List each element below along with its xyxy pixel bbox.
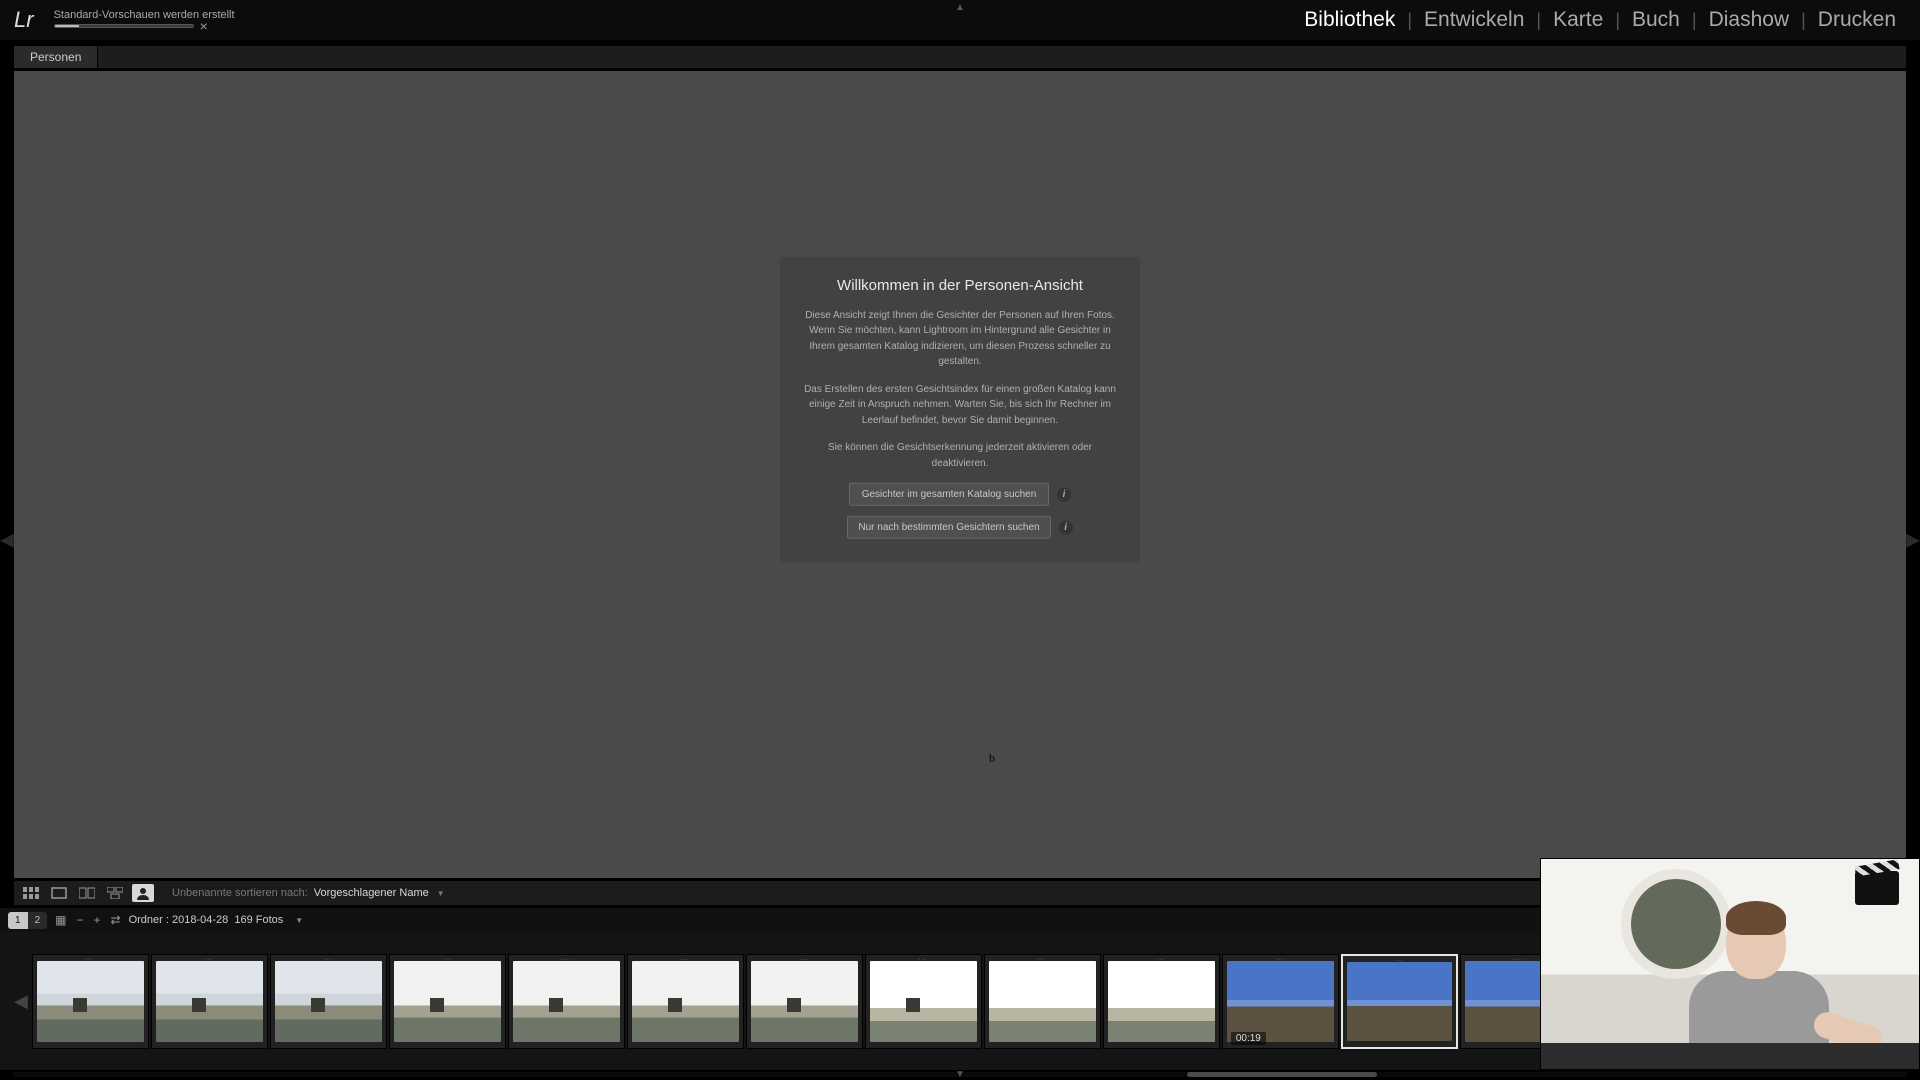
thumbnail[interactable]: ⋯00:19 (1222, 954, 1339, 1049)
app-logo: Lr (0, 7, 48, 33)
minus-icon[interactable]: − (76, 913, 83, 927)
compare-view-icon[interactable] (76, 884, 98, 902)
thumbnail[interactable]: ⋯ (746, 954, 863, 1049)
find-faces-full-catalog-button[interactable]: Gesichter im gesamten Katalog suchen (849, 483, 1049, 506)
thumbnail-image (37, 961, 144, 1042)
thumbnail-image (394, 961, 501, 1042)
thumbnail[interactable]: ⋯ (1341, 954, 1458, 1049)
right-panel-chevron-icon[interactable]: ▶ (1906, 530, 1920, 551)
module-bibliothek[interactable]: Bibliothek (1292, 8, 1407, 32)
thumbnail[interactable]: ⋯ (151, 954, 268, 1049)
module-karte[interactable]: Karte (1541, 8, 1615, 32)
filmstrip-mini-controls: ▦ − + ⇄ (55, 913, 120, 927)
text-cursor-icon: b (989, 751, 995, 766)
bottom-panel-chevron-icon[interactable]: ▼ (955, 1069, 965, 1080)
people-view-icon[interactable] (132, 884, 154, 902)
source-path[interactable]: Ordner : 2018-04-28 169 Fotos (129, 914, 284, 926)
thumbnail[interactable]: ⋯ (508, 954, 625, 1049)
thumbnail-image (1227, 961, 1334, 1042)
video-duration-badge: 00:19 (1231, 1032, 1266, 1045)
thumbnail-image (989, 961, 1096, 1042)
main-canvas: Willkommen in der Personen-Ansicht Diese… (13, 70, 1907, 879)
info-icon[interactable]: i (1059, 521, 1073, 535)
module-picker: Bibliothek|Entwickeln|Karte|Buch|Diashow… (1292, 8, 1920, 32)
view-tabs: Personen (13, 45, 1907, 69)
dialog-paragraph-3: Sie können die Gesichtserkennung jederze… (800, 440, 1120, 471)
clapperboard-icon (1855, 871, 1899, 905)
secondary-display-button[interactable]: 2 (28, 912, 48, 929)
thumbnail-image (1347, 962, 1452, 1041)
grid-icon[interactable]: ▦ (55, 913, 66, 927)
thumbnail[interactable]: ⋯ (627, 954, 744, 1049)
module-drucken[interactable]: Drucken (1806, 8, 1908, 32)
thumbnail-image (156, 961, 263, 1042)
thumbnail[interactable]: ⋯ (865, 954, 982, 1049)
module-entwickeln[interactable]: Entwickeln (1412, 8, 1536, 32)
dialog-paragraph-1: Diese Ansicht zeigt Ihnen die Gesichter … (800, 308, 1120, 370)
sync-icon[interactable]: ⇄ (111, 913, 121, 927)
thumbnail-image (870, 961, 977, 1042)
display-segment: 1 2 (8, 912, 47, 929)
find-specific-faces-button[interactable]: Nur nach bestimmten Gesichtern suchen (847, 516, 1050, 539)
chevron-down-icon: ▼ (437, 889, 445, 898)
module-diashow[interactable]: Diashow (1697, 8, 1802, 32)
left-panel-chevron-icon[interactable]: ◀ (0, 530, 14, 551)
chevron-down-icon[interactable]: ▼ (295, 916, 303, 925)
loupe-view-icon[interactable] (48, 884, 70, 902)
task-close-icon[interactable]: × (200, 21, 208, 31)
tab-personen[interactable]: Personen (14, 46, 98, 68)
dialog-title: Willkommen in der Personen-Ansicht (800, 277, 1120, 294)
info-icon[interactable]: i (1057, 488, 1071, 502)
survey-view-icon[interactable] (104, 884, 126, 902)
people-welcome-dialog: Willkommen in der Personen-Ansicht Diese… (780, 257, 1140, 564)
thumbnail[interactable]: ⋯ (270, 954, 387, 1049)
thumbnail-image (275, 961, 382, 1042)
plus-icon[interactable]: + (93, 913, 100, 927)
background-task: Standard-Vorschauen werden erstellt × (54, 9, 235, 31)
scrollbar-thumb[interactable] (1187, 1072, 1376, 1077)
thumbnail[interactable]: ⋯ (389, 954, 506, 1049)
filmstrip-left-arrow-icon[interactable]: ◀ (12, 991, 30, 1012)
dialog-paragraph-2: Das Erstellen des ersten Gesichtsindex f… (800, 382, 1120, 429)
thumbnail-image (513, 961, 620, 1042)
thumbnail[interactable]: ⋯ (1103, 954, 1220, 1049)
thumbnail-image (751, 961, 858, 1042)
sort-label: Unbenannte sortieren nach: (172, 887, 308, 899)
task-progress-bar (54, 24, 194, 28)
thumbnail[interactable]: ⋯ (32, 954, 149, 1049)
top-panel-chevron-icon[interactable]: ▲ (955, 2, 965, 13)
thumbnail-image (1108, 961, 1215, 1042)
thumbnail[interactable]: ⋯ (984, 954, 1101, 1049)
thumbnail-image (632, 961, 739, 1042)
grid-view-icon[interactable] (20, 884, 42, 902)
sort-dropdown[interactable]: Vorgeschlagener Name (314, 887, 429, 899)
webcam-overlay (1540, 858, 1920, 1070)
primary-display-button[interactable]: 1 (8, 912, 28, 929)
module-buch[interactable]: Buch (1620, 8, 1692, 32)
